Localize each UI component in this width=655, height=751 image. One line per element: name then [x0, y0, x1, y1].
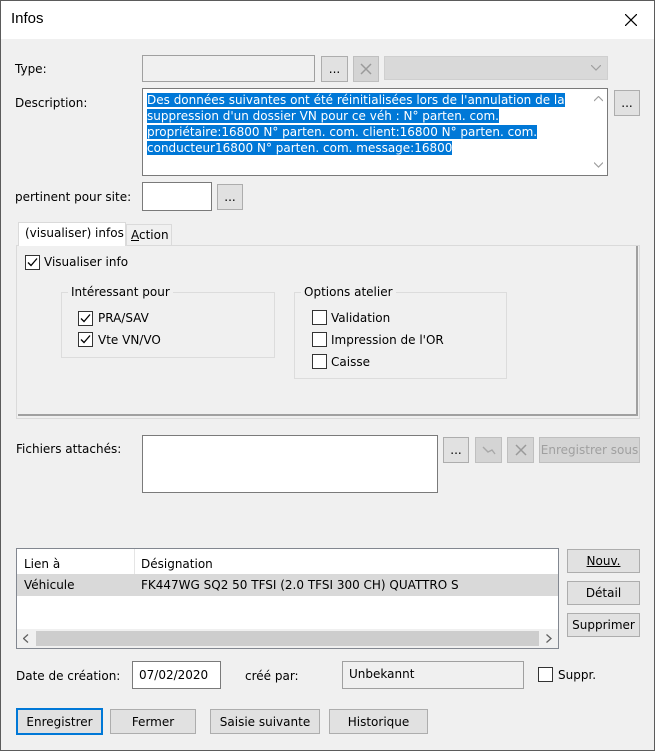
supprimer-button[interactable]: Supprimer	[567, 613, 640, 637]
close-icon	[625, 14, 637, 26]
table-h-scrollbar[interactable]	[17, 629, 558, 648]
detail-button[interactable]: Détail	[567, 581, 640, 605]
tab-action[interactable]: Action	[126, 224, 172, 245]
interessant-title: Intéressant pour	[68, 285, 173, 299]
pra-sav-checkbox[interactable]	[78, 311, 93, 326]
close-button[interactable]	[608, 1, 654, 39]
title-bar: Infos	[1, 1, 654, 39]
fichiers-label: Fichiers attachés:	[16, 442, 122, 456]
historique-button[interactable]: Historique	[329, 709, 428, 734]
validation-checkbox[interactable]	[312, 310, 327, 325]
type-clear-button[interactable]	[353, 56, 379, 82]
suppr-label: Suppr.	[558, 668, 597, 682]
validation-label: Validation	[331, 311, 391, 325]
type-browse-button[interactable]: ...	[321, 56, 348, 82]
description-line-4: conducteur16800 N° parten. com. message:…	[147, 141, 453, 155]
scroll-down-icon[interactable]	[594, 162, 603, 168]
scroll-right-icon[interactable]	[546, 634, 552, 643]
row-designation: FK447WG SQ2 50 TFSI (2.0 TFSI 300 CH) QU…	[141, 578, 459, 592]
date-creation-field[interactable]: 07/02/2020	[132, 661, 221, 689]
tab-action-label: Action	[131, 228, 169, 242]
window-title: Infos	[11, 10, 44, 27]
col-designation[interactable]: Désignation	[141, 557, 213, 571]
date-creation-label: Date de création:	[16, 669, 121, 683]
type-label: Type:	[15, 62, 47, 76]
cree-par-label: créé par:	[245, 669, 299, 683]
clear-x-icon	[360, 63, 372, 75]
col-lien-a[interactable]: Lien à	[24, 557, 60, 571]
checkmark-icon	[80, 314, 91, 323]
saisie-suivante-button[interactable]: Saisie suivante	[210, 709, 320, 734]
description-browse-button[interactable]: ...	[614, 90, 640, 116]
enregistrer-sous-button[interactable]: Enregistrer sous	[539, 437, 640, 463]
fichiers-browse-button[interactable]: ...	[443, 437, 469, 463]
fichiers-delete-button[interactable]	[507, 437, 534, 463]
site-label: pertinent pour site:	[15, 190, 132, 204]
impression-or-label: Impression de l'OR	[331, 333, 444, 347]
tab-visualiser-infos[interactable]: (visualiser) infos	[18, 222, 126, 246]
description-scrollbar[interactable]	[590, 89, 607, 175]
interessant-group: Intéressant pour	[61, 285, 275, 358]
description-textarea[interactable]: Des données suivantes ont été réinitiali…	[142, 88, 608, 176]
description-line-2: suppression d'un dossier VN pour ce véh …	[147, 109, 499, 123]
options-atelier-title: Options atelier	[301, 285, 396, 299]
caisse-checkbox[interactable]	[312, 354, 327, 369]
scroll-left-icon[interactable]	[23, 634, 29, 643]
visualiser-info-checkbox[interactable]	[25, 255, 40, 270]
cree-par-field: Unbekannt	[342, 661, 524, 689]
vte-vn-vo-checkbox[interactable]	[78, 332, 93, 347]
visualiser-info-label: Visualiser info	[44, 255, 129, 269]
description-line-1: Des données suivantes ont été réinitiali…	[147, 93, 565, 107]
checkmark-icon	[80, 335, 91, 344]
links-table-header: Lien à Désignation	[17, 549, 558, 574]
site-field[interactable]	[142, 182, 212, 211]
chevron-down-icon	[591, 65, 601, 71]
fichiers-open-button[interactable]	[475, 437, 502, 463]
description-text: Des données suivantes ont été réinitiali…	[147, 92, 583, 156]
scroll-thumb[interactable]	[36, 631, 539, 646]
caisse-label: Caisse	[331, 355, 370, 369]
type-select[interactable]	[384, 56, 608, 80]
description-label: Description:	[15, 96, 88, 110]
row-lien: Véhicule	[24, 578, 75, 592]
clear-x-icon	[514, 444, 527, 456]
links-table[interactable]: Lien à Désignation Véhicule FK447WG SQ2 …	[16, 548, 559, 649]
scroll-up-icon[interactable]	[594, 96, 603, 102]
description-line-3: propriétaire:16800 N° parten. com. clien…	[147, 125, 538, 139]
impression-or-checkbox[interactable]	[312, 332, 327, 347]
pra-sav-label: PRA/SAV	[98, 311, 149, 325]
enregistrer-button[interactable]: Enregistrer	[16, 708, 103, 735]
fermer-button[interactable]: Fermer	[110, 709, 196, 734]
link-icon	[482, 446, 496, 455]
vte-vn-vo-label: Vte VN/VO	[98, 333, 161, 347]
nouv-button[interactable]: Nouv.	[567, 549, 640, 573]
table-row[interactable]: Véhicule FK447WG SQ2 50 TFSI (2.0 TFSI 3…	[17, 574, 558, 596]
site-browse-button[interactable]: ...	[217, 184, 243, 210]
infos-dialog: Infos Type: ... Description: Des données…	[0, 0, 655, 751]
suppr-checkbox[interactable]	[538, 667, 553, 682]
tab-visualiser-infos-label: (visualiser) infos	[25, 226, 124, 240]
checkmark-icon	[27, 258, 38, 267]
fichiers-list[interactable]	[142, 435, 438, 493]
type-field[interactable]	[142, 55, 315, 82]
